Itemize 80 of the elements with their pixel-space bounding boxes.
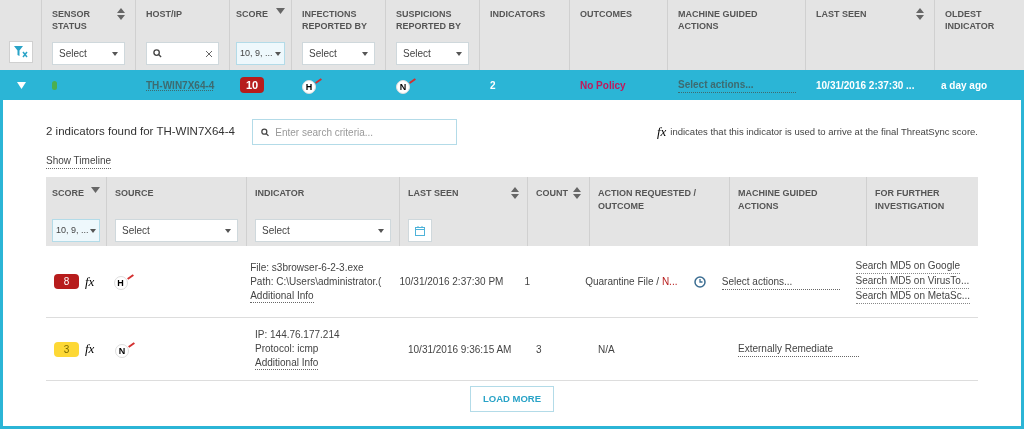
fx-symbol: fx (656, 123, 667, 142)
score-badge: 3 (54, 341, 79, 357)
investigation-link[interactable]: Search MD5 on MetaSc... (855, 289, 970, 304)
select-dropdown[interactable]: Select (302, 42, 375, 65)
column-header: ACTION REQUESTED / OUTCOME (598, 187, 697, 213)
filter-clear-icon (13, 46, 28, 58)
multi-select-dropdown[interactable]: 10, 9, ... (52, 219, 100, 242)
multi-select-dropdown[interactable]: 10, 9, ... (236, 42, 285, 65)
select-dropdown[interactable]: Select (255, 219, 391, 242)
caret-icon (225, 228, 231, 233)
indicator-detail: File: s3browser-6-2-3.exe (250, 260, 365, 275)
action-outcome-text: Quarantine File / N... (585, 275, 678, 289)
clock-icon[interactable] (693, 275, 706, 288)
collapse-icon[interactable] (16, 81, 26, 89)
select-dropdown[interactable]: Select (52, 42, 125, 65)
caret-icon (112, 51, 118, 56)
column-header: SENSOR STATUS (52, 8, 91, 32)
column-header: OUTCOMES (580, 8, 632, 20)
show-timeline-link[interactable]: Show Timeline (46, 153, 112, 169)
investigation-link[interactable]: Search MD5 on Google (855, 259, 960, 274)
count-text: 1 (524, 276, 530, 287)
fx-symbol: fx (85, 340, 95, 359)
sort-icon[interactable] (117, 8, 125, 20)
score-badge: 8 (54, 274, 79, 289)
caret-icon (456, 51, 462, 56)
last-seen-text: 10/31/2016 2:37:30 PM (399, 276, 504, 287)
indicator-detail: Path: C:\Users\administrator.( (250, 274, 383, 289)
sort-icon[interactable] (573, 187, 581, 199)
column-header: OLDEST INDICATOR (945, 8, 996, 32)
caret-icon (378, 228, 384, 233)
indicator-count: 2 (490, 79, 496, 91)
column-header: INDICATORS (490, 8, 546, 20)
column-header: MACHINE GUIDED ACTIONS (738, 187, 819, 213)
date-picker-button[interactable] (408, 219, 432, 242)
actions-dropdown[interactable]: Externally Remediate (738, 341, 859, 357)
count-text: 3 (536, 343, 542, 355)
investigation-link[interactable]: Search MD5 on VirusTo... (855, 274, 970, 289)
column-header: FOR FURTHER INVESTIGATION (875, 187, 946, 213)
column-header: SCORE (52, 187, 84, 200)
caret-icon (90, 228, 96, 233)
search-icon (261, 127, 270, 137)
caret-icon (362, 51, 368, 56)
fx-symbol: fx (85, 272, 95, 291)
search-icon (153, 49, 162, 58)
fx-note: indicates that this indicator is used to arrive at the final ThreatSync score. (670, 124, 978, 139)
last-seen-text: 10/31/2016 9:36:15 AM (408, 343, 512, 355)
details-title: 2 indicators found for TH-WIN7X64-4 (46, 124, 235, 140)
indicator-detail: Protocol: icmp (255, 342, 320, 356)
sort-descending-icon[interactable] (91, 187, 100, 193)
search-field[interactable] (146, 42, 219, 65)
clear-filters-button[interactable] (8, 41, 33, 63)
additional-info-link[interactable]: Additional Info (250, 288, 314, 303)
last-seen-text: 10/31/2016 2:37:30 ... (816, 79, 915, 91)
sort-icon[interactable] (511, 187, 519, 199)
column-header: COUNT (536, 187, 568, 200)
sort-icon[interactable] (916, 8, 924, 20)
search-input[interactable]: Enter search criteria... (275, 124, 448, 140)
column-header: SUSPICIONS REPORTED BY (396, 8, 462, 32)
column-header: INDICATOR (255, 187, 305, 200)
column-header: LAST SEEN (408, 187, 459, 200)
caret-icon (275, 51, 281, 56)
oldest-indicator-text: a day ago (941, 79, 988, 91)
column-header: MACHINE GUIDED ACTIONS (678, 8, 759, 32)
calendar-icon (415, 225, 425, 236)
sort-descending-icon[interactable] (276, 8, 285, 14)
indicator-detail: IP: 144.76.177.214 (255, 328, 341, 342)
score-badge: 10 (240, 76, 265, 94)
column-header: LAST SEEN (816, 8, 867, 20)
clear-icon[interactable] (206, 50, 212, 57)
select-dropdown[interactable]: Select (396, 42, 469, 65)
actions-dropdown[interactable]: Select actions... (721, 273, 840, 290)
outcome-text: No Policy (580, 79, 626, 91)
additional-info-link[interactable]: Additional Info (255, 356, 319, 370)
column-header: SOURCE (115, 187, 154, 200)
select-dropdown[interactable]: Select (115, 219, 238, 242)
search-field[interactable]: Enter search criteria... (252, 119, 457, 145)
column-header: INFECTIONS REPORTED BY (302, 8, 368, 32)
action-outcome-text: N/A (598, 342, 615, 357)
column-header: SCORE (236, 8, 268, 20)
column-header: HOST/IP (146, 8, 182, 20)
